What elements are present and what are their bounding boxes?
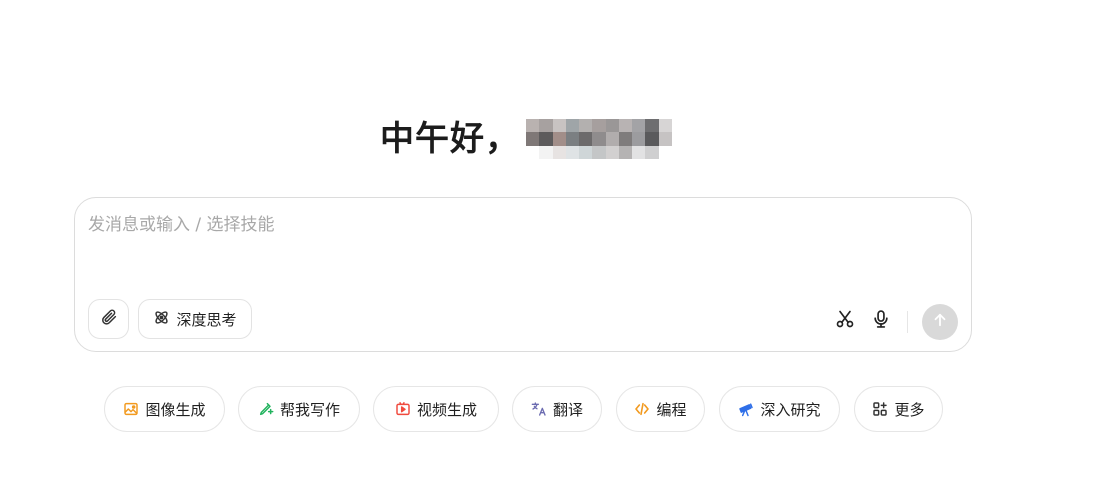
chat-composer: 深度思考 xyxy=(74,197,972,352)
code-icon xyxy=(634,401,650,417)
skill-chip-label: 翻译 xyxy=(552,400,583,419)
scissors-icon xyxy=(835,309,855,333)
skill-chip-research[interactable]: 深入研究 xyxy=(719,386,840,432)
send-button[interactable] xyxy=(922,304,958,340)
chat-home-page: 中午好， 深度思考 xyxy=(0,0,1098,480)
skill-chip-image[interactable]: 图像生成 xyxy=(104,386,225,432)
translate-icon xyxy=(531,401,547,417)
skill-chip-coding[interactable]: 编程 xyxy=(616,386,705,432)
skill-chip-video[interactable]: 视频生成 xyxy=(373,386,499,432)
skill-chip-translate[interactable]: 翻译 xyxy=(512,386,602,432)
grid-plus-icon xyxy=(872,401,888,417)
image-generate-icon xyxy=(123,401,139,417)
pen-write-icon xyxy=(258,401,274,417)
voice-input-button[interactable] xyxy=(868,308,894,334)
redacted-username xyxy=(526,119,672,159)
skill-chip-label: 图像生成 xyxy=(145,400,206,419)
skill-chip-label: 编程 xyxy=(656,400,687,419)
skill-chip-label: 更多 xyxy=(894,400,925,419)
skill-chip-label: 深入研究 xyxy=(760,400,821,419)
microphone-icon xyxy=(871,309,891,333)
skill-chip-label: 视频生成 xyxy=(416,400,477,419)
toolbar-divider xyxy=(907,311,908,333)
message-input[interactable] xyxy=(88,210,948,270)
screenshot-button[interactable] xyxy=(832,308,858,334)
attach-button[interactable] xyxy=(88,299,129,339)
video-play-icon xyxy=(395,401,411,417)
arrow-up-icon xyxy=(931,311,949,333)
skill-chip-label: 帮我写作 xyxy=(279,400,340,419)
telescope-icon xyxy=(738,401,754,417)
deep-think-label: 深度思考 xyxy=(176,310,237,329)
paperclip-icon xyxy=(100,308,118,330)
atom-icon xyxy=(153,309,170,330)
greeting-text: 中午好， xyxy=(380,119,520,159)
deep-think-button[interactable]: 深度思考 xyxy=(138,299,252,339)
skill-chip-writing[interactable]: 帮我写作 xyxy=(238,386,360,432)
greeting: 中午好， xyxy=(380,114,672,164)
skill-chip-more[interactable]: 更多 xyxy=(854,386,943,432)
